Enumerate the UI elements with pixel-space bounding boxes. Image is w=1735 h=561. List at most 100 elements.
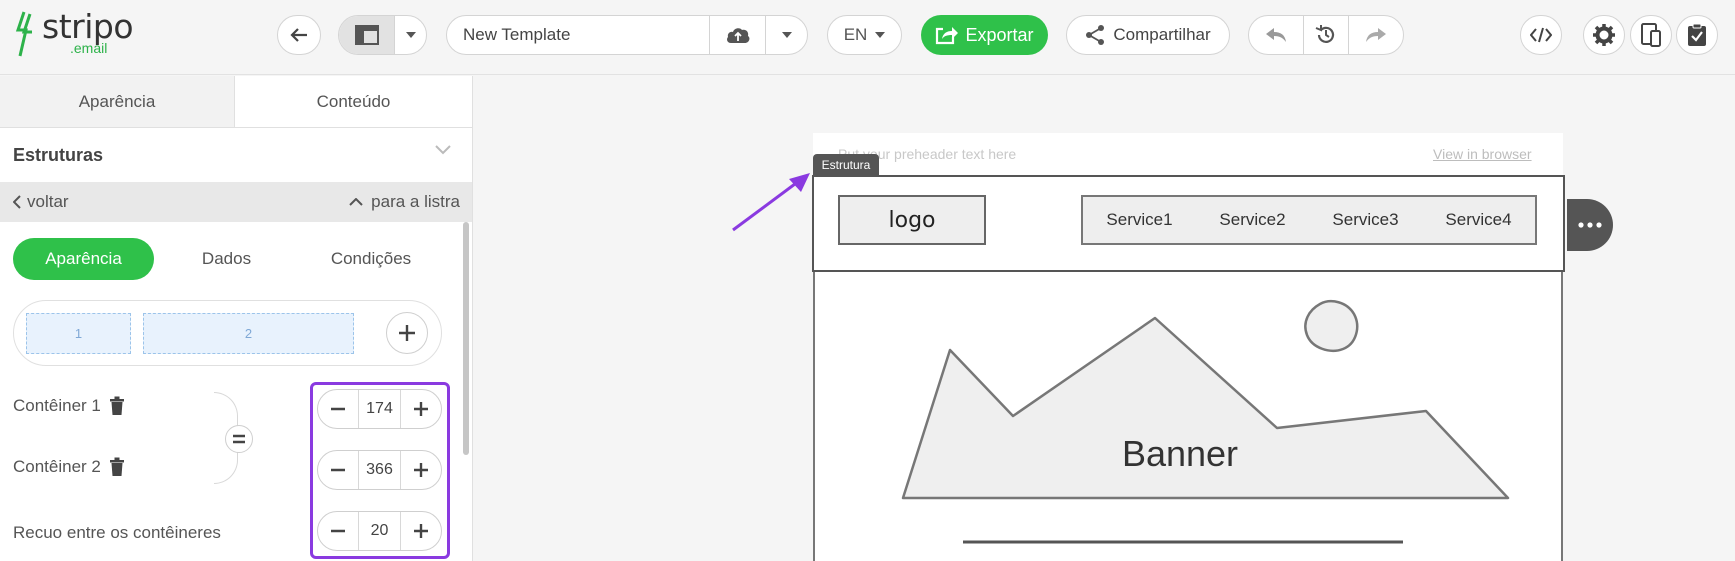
save-cloud-button[interactable] <box>710 16 766 54</box>
history-icon <box>1315 25 1335 43</box>
layout-panel-icon <box>354 25 379 45</box>
template-name-input[interactable]: New Template <box>447 16 710 54</box>
wireframe-menu[interactable]: Service1 Service2 Service3 Service4 <box>1081 195 1537 245</box>
decrement-button[interactable] <box>318 451 358 489</box>
settings-button[interactable] <box>1583 15 1625 55</box>
add-column-button[interactable] <box>386 312 428 354</box>
history-button[interactable] <box>1304 16 1349 54</box>
increment-button[interactable] <box>401 451 441 489</box>
chevron-down-icon <box>435 145 451 155</box>
minus-icon <box>331 468 345 472</box>
container-2-width-stepper: 366 <box>317 450 442 490</box>
preview-devices-button[interactable] <box>1630 15 1672 55</box>
equalize-widths-button[interactable] <box>225 425 253 453</box>
cloud-upload-icon <box>726 28 749 43</box>
trash-icon[interactable] <box>109 396 125 416</box>
gear-icon <box>1593 24 1615 46</box>
export-label: Exportar <box>965 24 1034 45</box>
container-2-label: Contêiner 2 <box>13 457 101 476</box>
undo-button[interactable] <box>1249 16 1304 54</box>
redo-button[interactable] <box>1349 16 1403 54</box>
increment-button[interactable] <box>401 390 441 428</box>
column-layout-preview: 1 2 <box>13 300 442 366</box>
equals-icon <box>233 434 245 444</box>
panel-tabs: Aparência Conteúdo <box>0 76 472 128</box>
structure-subtabs: Aparência Dados Condições <box>13 238 443 280</box>
menu-item[interactable]: Service3 <box>1309 210 1422 230</box>
template-name-group: New Template <box>446 15 808 55</box>
menu-item[interactable]: Service1 <box>1083 210 1196 230</box>
stripo-logo[interactable]: stripo .email <box>12 7 134 58</box>
back-label: voltar <box>27 192 69 211</box>
share-button[interactable]: Compartilhar <box>1066 15 1230 55</box>
to-list-link[interactable]: para a listra <box>349 192 460 212</box>
tab-appearance[interactable]: Aparência <box>0 76 235 127</box>
devices-icon <box>1641 23 1661 47</box>
container-1-width-stepper: 174 <box>317 389 442 429</box>
gap-label: Recuo entre os contêineres <box>13 523 221 542</box>
plus-icon <box>414 524 428 538</box>
template-options-dropdown[interactable] <box>766 16 807 54</box>
share-label: Compartilhar <box>1113 25 1211 44</box>
tab-content[interactable]: Conteúdo <box>235 76 472 127</box>
panel-scrollbar[interactable] <box>463 222 469 455</box>
caret-down-icon <box>781 32 792 38</box>
settings-panel: Aparência Conteúdo Estruturas voltar par… <box>0 76 473 561</box>
decrement-button[interactable] <box>318 512 358 550</box>
back-button[interactable] <box>277 15 321 55</box>
chevron-up-icon <box>349 198 363 206</box>
arrow-left-icon <box>290 28 307 42</box>
banner-text: Banner <box>1122 433 1238 474</box>
chevron-left-icon <box>13 195 21 209</box>
redo-icon <box>1366 28 1386 42</box>
back-link[interactable]: voltar <box>13 192 69 212</box>
increment-button[interactable] <box>401 512 441 550</box>
annotation-arrow <box>732 173 810 232</box>
language-select[interactable]: EN <box>827 15 902 55</box>
gap-row: Recuo entre os contêineres <box>13 523 221 543</box>
view-in-browser-link[interactable]: View in browser <box>1433 146 1532 162</box>
layout-toggle[interactable] <box>338 15 427 55</box>
container-1-width-input[interactable]: 174 <box>358 390 401 428</box>
column-2-preview[interactable]: 2 <box>143 313 354 354</box>
wireframe-logo[interactable]: logo <box>838 195 986 245</box>
menu-item[interactable]: Service4 <box>1422 210 1535 230</box>
stripo-bolt-icon <box>15 11 32 57</box>
structures-section-header[interactable]: Estruturas <box>0 129 472 181</box>
subtab-data[interactable]: Dados <box>154 238 299 280</box>
caret-down-icon <box>875 32 886 38</box>
plus-icon <box>414 463 428 477</box>
column-1-preview[interactable]: 1 <box>26 313 131 354</box>
layout-view-button[interactable] <box>339 16 395 54</box>
history-controls <box>1248 15 1404 55</box>
code-icon <box>1530 27 1552 43</box>
gap-stepper: 20 <box>317 511 442 551</box>
menu-item[interactable]: Service2 <box>1196 210 1309 230</box>
share-icon <box>1086 25 1105 45</box>
more-dots-icon <box>1578 222 1602 228</box>
plus-icon <box>414 402 428 416</box>
container-2-width-input[interactable]: 366 <box>358 451 401 489</box>
decrement-button[interactable] <box>318 390 358 428</box>
logo-wordmark: stripo <box>42 7 134 46</box>
trash-icon[interactable] <box>109 457 125 477</box>
structure-more-button[interactable] <box>1567 199 1613 251</box>
top-toolbar: stripo .email New Template EN Exportar C… <box>0 0 1735 75</box>
container-2-row: Contêiner 2 <box>13 457 125 477</box>
minus-icon <box>331 407 345 411</box>
container-1-label: Contêiner 1 <box>13 396 101 415</box>
navigation-bar: voltar para a listra <box>0 182 472 222</box>
gap-input[interactable]: 20 <box>358 512 401 550</box>
export-button[interactable]: Exportar <box>921 15 1048 55</box>
code-editor-button[interactable] <box>1520 15 1562 55</box>
to-list-label: para a listra <box>371 192 460 211</box>
minus-icon <box>331 529 345 533</box>
subtab-conditions[interactable]: Condições <box>299 238 443 280</box>
caret-down-icon <box>405 32 416 38</box>
subtab-appearance[interactable]: Aparência <box>13 238 154 280</box>
test-email-button[interactable] <box>1676 15 1718 55</box>
clipboard-check-icon <box>1688 23 1706 46</box>
container-1-row: Contêiner 1 <box>13 396 125 416</box>
plus-icon <box>399 325 415 341</box>
layout-dropdown-button[interactable] <box>395 16 426 54</box>
